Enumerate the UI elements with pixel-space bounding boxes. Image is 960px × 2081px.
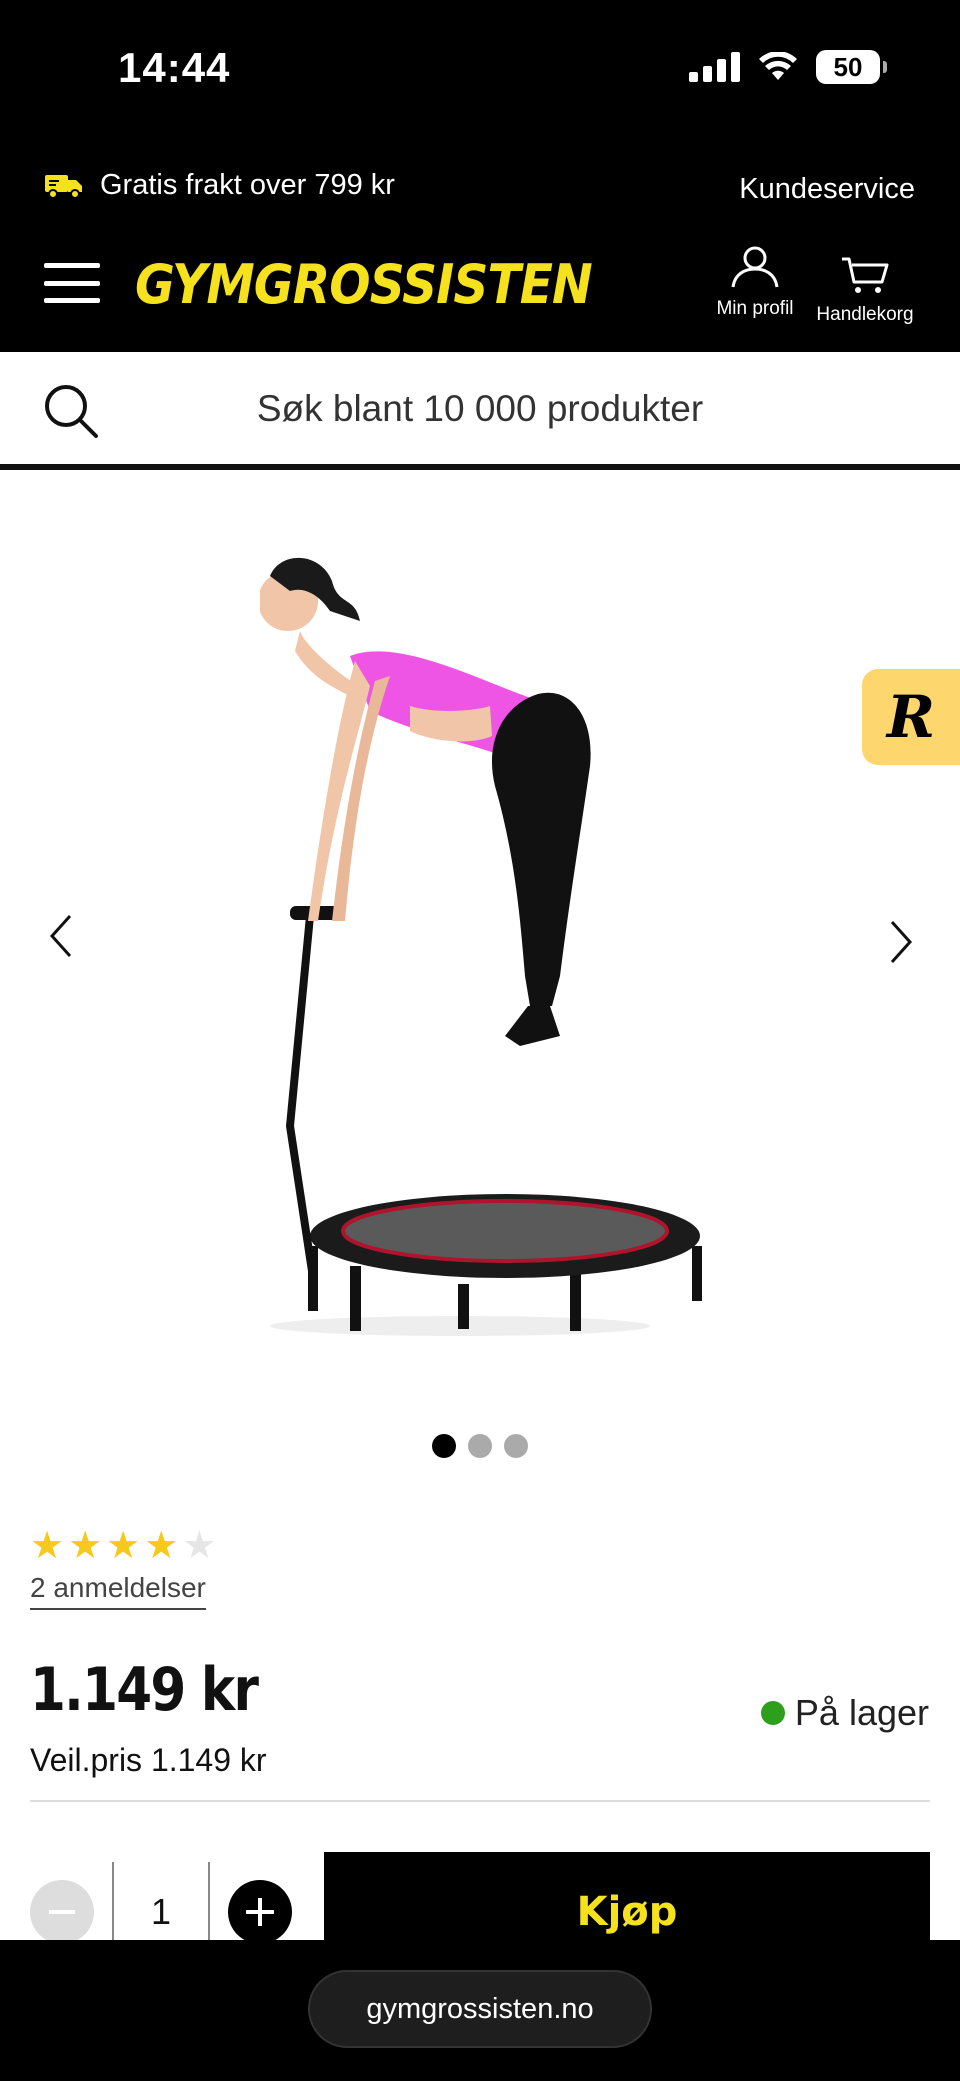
reviews-link[interactable]: 2 anmeldelser	[30, 1572, 206, 1610]
stock-indicator-icon	[760, 1701, 785, 1725]
previous-image-icon[interactable]	[42, 906, 82, 966]
search-input[interactable]: Søk blant 10 000 produkter	[0, 388, 960, 430]
recommended-price: Veil.pris 1.149 kr	[30, 1742, 267, 1778]
quantity-decrease-button[interactable]	[30, 1880, 94, 1944]
profile-button[interactable]: Min profil	[690, 245, 820, 320]
star-empty-icon: ★	[182, 1525, 217, 1567]
cart-label: Handlekorg	[816, 304, 914, 325]
status-time: 14:44	[118, 44, 231, 91]
gallery-dot[interactable]	[432, 1434, 456, 1458]
star-filled-icon: ★	[144, 1525, 179, 1567]
gallery-pagination	[0, 1434, 960, 1458]
purchase-row: 1 Kjøp	[30, 1852, 930, 1972]
stock-status-text: På lager	[794, 1692, 929, 1733]
wifi-icon	[759, 52, 797, 80]
user-icon	[731, 246, 779, 288]
gallery-dot[interactable]	[468, 1434, 492, 1458]
battery-icon: 50	[816, 50, 887, 84]
address-bar[interactable]: gymgrossisten.no	[308, 1970, 652, 2048]
site-header: Gratis frakt over 799 kr Kundeservice GY…	[0, 145, 960, 352]
cellular-signal-icon	[689, 52, 740, 82]
customer-service-link[interactable]: Kundeservice	[739, 173, 915, 206]
gallery-dot[interactable]	[504, 1434, 528, 1458]
battery-level: 50	[833, 51, 863, 82]
stock-status: På lager	[760, 1692, 929, 1734]
truck-icon	[45, 174, 82, 199]
plus-icon	[246, 1898, 274, 1926]
next-image-icon[interactable]	[880, 912, 920, 972]
star-filled-icon: ★	[106, 1525, 141, 1567]
promo-text: Gratis frakt over 799 kr	[100, 169, 395, 201]
product-image[interactable]	[260, 536, 720, 1336]
browser-bottom-bar: gymgrossisten.no	[0, 1940, 960, 2081]
quantity-increase-button[interactable]	[228, 1880, 292, 1944]
rating-stars: ★ ★ ★ ★ ★	[30, 1527, 216, 1565]
profile-label: Min profil	[716, 298, 794, 319]
product-price: 1.149 kr	[30, 1655, 259, 1725]
cart-button[interactable]: Handlekorg	[805, 255, 925, 326]
product-gallery: R	[0, 476, 960, 1466]
free-shipping-banner: Gratis frakt over 799 kr	[44, 169, 395, 202]
minus-icon	[49, 1910, 75, 1914]
star-filled-icon: ★	[30, 1525, 65, 1567]
search-bar[interactable]: Søk blant 10 000 produkter	[0, 352, 960, 470]
hamburger-menu-icon[interactable]	[44, 263, 100, 303]
side-widget-r-badge[interactable]: R	[862, 669, 960, 765]
star-filled-icon: ★	[68, 1525, 103, 1567]
cart-icon	[842, 257, 889, 293]
status-icons: 50	[689, 50, 887, 84]
divider	[30, 1800, 930, 1802]
status-bar: 14:44 50	[0, 0, 960, 145]
site-logo[interactable]: GYMGROSSISTEN	[135, 253, 593, 316]
